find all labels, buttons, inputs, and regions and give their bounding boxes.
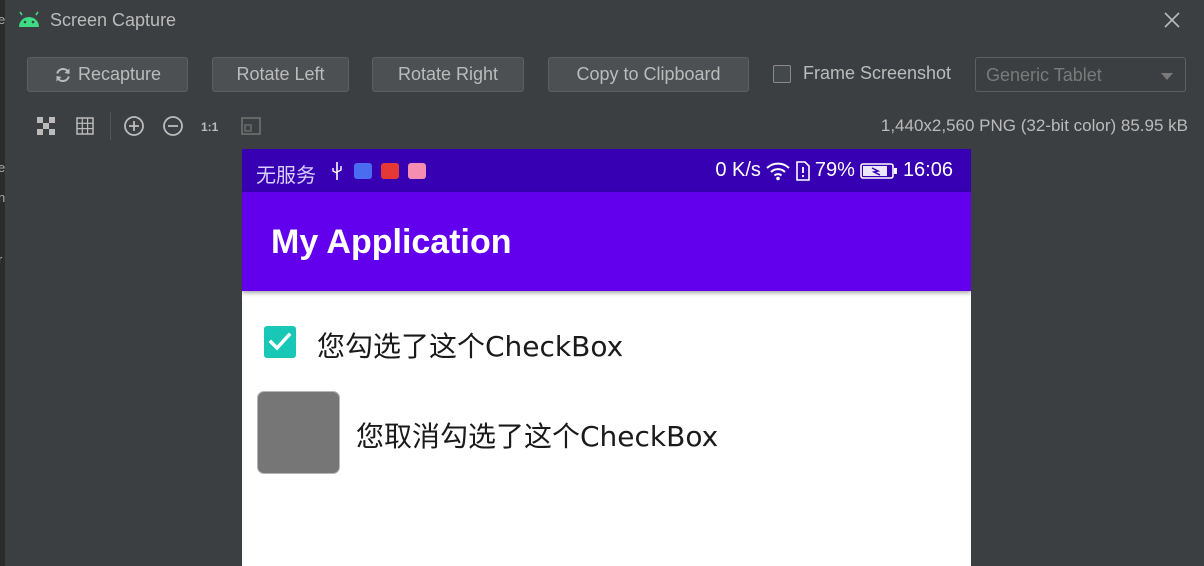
window-title: Screen Capture: [50, 10, 177, 30]
notification-icons: [332, 162, 426, 180]
frame-screenshot-checkbox[interactable]: [773, 65, 791, 83]
image-info: 1,440x2,560 PNG (32-bit color) 85.95 kB: [880, 116, 1188, 135]
status-bar: 无服务 0 K/s 79% 16:06: [242, 149, 971, 192]
checkmark-icon: [268, 332, 292, 351]
checkbox-unchecked[interactable]: [257, 391, 340, 474]
usb-icon: [332, 162, 342, 180]
checkbox1-label: 您勾选了这个CheckBox: [317, 330, 624, 363]
close-icon[interactable]: [1160, 8, 1184, 32]
android-icon: [19, 11, 39, 27]
copy-to-clipboard-button[interactable]: Copy to Clipboard: [548, 57, 749, 92]
app-notify-icon: [381, 163, 399, 179]
edge-letter: r: [0, 252, 3, 267]
checkbox-checked[interactable]: [264, 326, 296, 358]
rotate-left-button[interactable]: Rotate Left: [212, 57, 349, 92]
svg-text:1:1: 1:1: [201, 120, 219, 134]
chevron-down-icon: [1161, 73, 1173, 80]
rotate-left-label: Rotate Left: [236, 64, 325, 84]
clock: 16:06: [902, 159, 953, 181]
carrier-text: 无服务: [256, 163, 316, 187]
rotate-right-label: Rotate Right: [397, 64, 499, 84]
wifi-icon: [766, 162, 790, 180]
left-panel-edge: e e n r: [0, 0, 5, 566]
checkbox2-label: 您取消勾选了这个CheckBox: [356, 420, 719, 453]
net-speed: 0 K/s: [715, 159, 761, 181]
rotate-right-button[interactable]: Rotate Right: [372, 57, 524, 92]
edge-letter: n: [0, 190, 6, 205]
zoom-out-icon[interactable]: [162, 115, 184, 137]
checkerboard-icon[interactable]: [35, 115, 57, 137]
zoom-in-icon[interactable]: [123, 115, 145, 137]
fit-screen-icon[interactable]: [240, 115, 262, 137]
recapture-button[interactable]: Recapture: [27, 57, 188, 92]
battery-percent: 79%: [814, 159, 855, 181]
device-frame-value: Generic Tablet: [986, 65, 1102, 85]
status-right: 0 K/s 79% 16:06: [715, 159, 953, 182]
device-frame-select[interactable]: Generic Tablet: [975, 57, 1186, 92]
frame-screenshot-label: Frame Screenshot: [803, 63, 952, 83]
alert-doc-icon: [796, 160, 810, 181]
battery-icon: [860, 162, 897, 179]
app-title: My Application: [271, 223, 512, 261]
recapture-label: Recapture: [77, 64, 162, 84]
window-titlebar: Screen Capture: [0, 0, 1204, 40]
actual-size-icon[interactable]: 1:1: [200, 115, 222, 137]
toolbar-divider: [110, 112, 111, 140]
copy-to-clipboard-label: Copy to Clipboard: [576, 64, 721, 84]
phone-screenshot: 无服务 0 K/s 79% 16:06 My Application 您勾选了这…: [242, 149, 971, 566]
app-notify-icon: [408, 163, 426, 179]
app-bar: My Application: [242, 192, 971, 291]
refresh-icon: [56, 68, 70, 83]
app-notify-icon: [354, 163, 372, 179]
grid-icon[interactable]: [74, 115, 96, 137]
edge-letter: e: [0, 160, 6, 175]
